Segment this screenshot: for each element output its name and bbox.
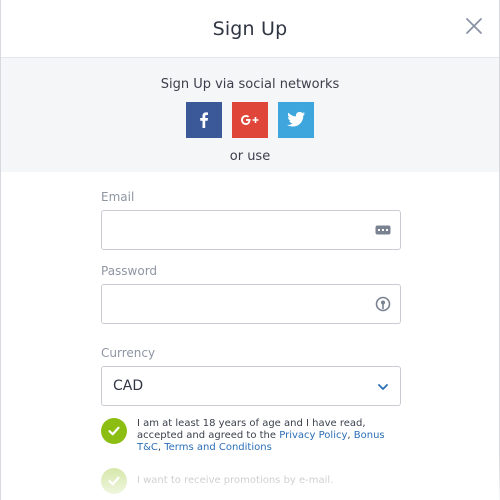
keyboard-icon[interactable] bbox=[374, 221, 392, 239]
social-label: Sign Up via social networks bbox=[160, 77, 340, 92]
close-button[interactable] bbox=[464, 16, 484, 36]
currency-selected-value: CAD bbox=[113, 378, 144, 394]
or-use-text: or use bbox=[229, 149, 271, 164]
social-buttons bbox=[1, 102, 499, 138]
email-field[interactable] bbox=[102, 211, 362, 249]
privacy-policy-link[interactable]: Privacy Policy bbox=[279, 430, 347, 441]
google-plus-icon bbox=[241, 115, 259, 125]
currency-label: Currency bbox=[101, 346, 156, 360]
password-field-box bbox=[101, 284, 401, 324]
password-label: Password bbox=[101, 264, 158, 278]
modal-header: Sign Up bbox=[1, 0, 499, 58]
close-icon bbox=[466, 18, 482, 34]
age-terms-checkbox[interactable] bbox=[101, 418, 127, 444]
password-field[interactable] bbox=[102, 285, 362, 323]
twitter-button[interactable] bbox=[278, 102, 314, 138]
currency-select[interactable]: CAD bbox=[101, 366, 401, 406]
key-icon[interactable] bbox=[374, 295, 392, 313]
facebook-button[interactable] bbox=[186, 102, 222, 138]
signup-modal: Sign Up Sign Up via social networks or u… bbox=[0, 0, 500, 500]
checkmark-icon bbox=[108, 476, 120, 486]
twitter-icon bbox=[287, 111, 306, 127]
password-group: Password bbox=[101, 264, 401, 324]
modal-title: Sign Up bbox=[212, 17, 288, 40]
signup-form: Email Password Currency CAD bbox=[101, 190, 401, 406]
terms-conditions-link[interactable]: Terms and Conditions bbox=[164, 442, 272, 453]
email-label: Email bbox=[101, 190, 135, 204]
promotions-agreement: I want to receive promotions by e-mail. bbox=[101, 468, 401, 494]
facebook-icon bbox=[200, 112, 208, 128]
social-signup-section: Sign Up via social networks or use bbox=[1, 58, 499, 172]
email-field-box bbox=[101, 210, 401, 250]
promotions-text: I want to receive promotions by e-mail. bbox=[137, 475, 334, 486]
google-plus-button[interactable] bbox=[232, 102, 268, 138]
age-terms-agreement: I am at least 18 years of age and I have… bbox=[101, 418, 401, 454]
currency-group: Currency CAD bbox=[101, 346, 401, 406]
email-group: Email bbox=[101, 190, 401, 250]
promotions-checkbox[interactable] bbox=[101, 468, 127, 494]
checkmark-icon bbox=[108, 426, 120, 436]
age-terms-text: I am at least 18 years of age and I have… bbox=[137, 418, 401, 454]
chevron-down-icon bbox=[378, 384, 388, 390]
